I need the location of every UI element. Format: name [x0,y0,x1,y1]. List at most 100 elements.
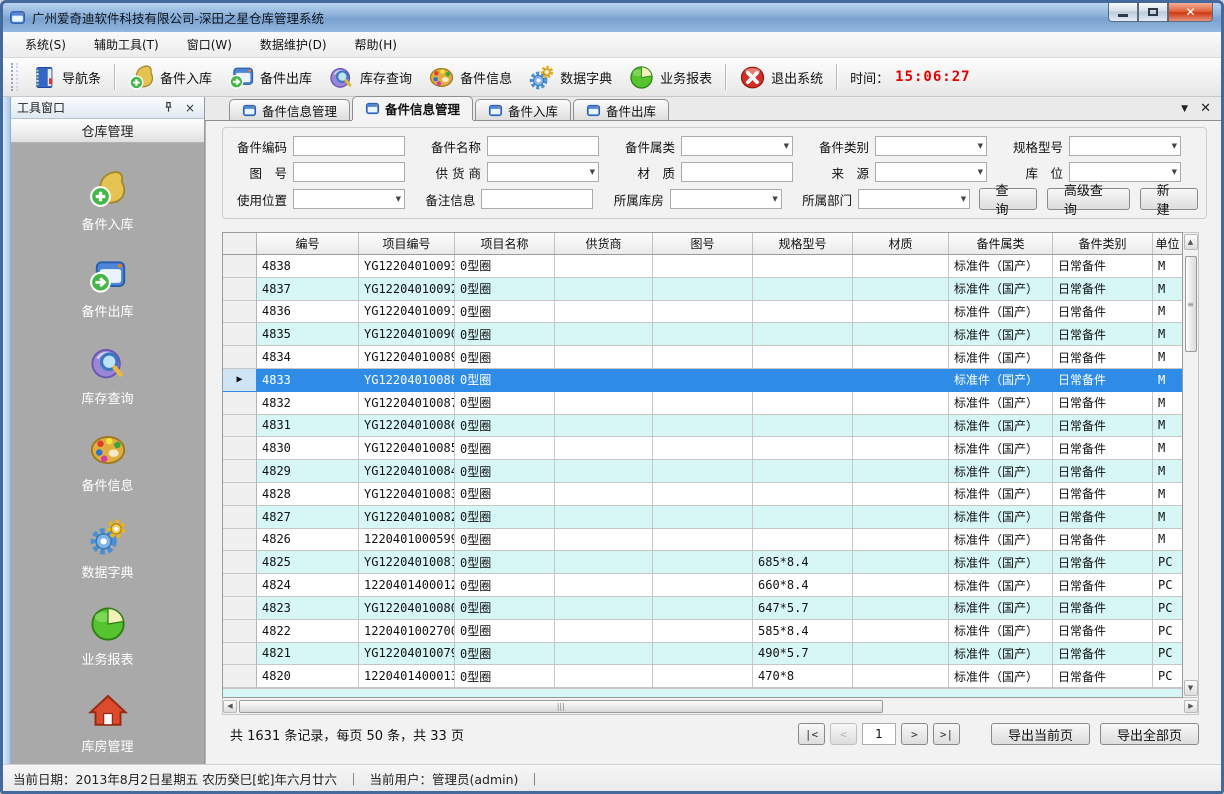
sidebar-group-header[interactable]: 仓库管理 [11,119,204,143]
horizontal-scroll-thumb[interactable]: ||| [239,700,883,713]
column-header[interactable]: 备件类别 [1053,233,1153,254]
field-control[interactable] [1069,162,1181,182]
field-control[interactable] [670,189,782,209]
document-tab[interactable]: 备件入库 [475,99,571,120]
scroll-right-icon[interactable]: ▶ [1184,700,1198,713]
field-control[interactable] [293,189,405,209]
table-row[interactable]: 4829 YG12204010084 0型圈 标准件（国产） 日常备件 M [223,460,1182,483]
toolbar-grip[interactable] [11,63,18,91]
field-control[interactable] [681,162,793,182]
column-header[interactable]: 供货商 [555,233,653,254]
table-row[interactable]: 4825 YG12204010081 0型圈 685*8.4 标准件（国产） 日… [223,551,1182,574]
sidebar-item[interactable]: 备件信息 [48,430,168,494]
field-control[interactable] [293,136,405,156]
cell-supplier [555,369,653,392]
table-row[interactable]: 4834 YG12204010089 0型圈 标准件（国产） 日常备件 M [223,346,1182,369]
table-row[interactable]: 4838 YG12204010093 0型圈 标准件（国产） 日常备件 M [223,255,1182,278]
toolbar-button[interactable]: 备件信息 [420,61,520,94]
table-row[interactable]: 4820 1220401400013 0型圈 470*8 标准件（国产） 日常备… [223,665,1182,688]
last-page-button[interactable]: >| [933,723,960,745]
toolbar-button[interactable]: 业务报表 [620,61,720,94]
close-button[interactable]: ✕ [1168,3,1213,22]
column-header[interactable]: 材质 [853,233,949,254]
document-tab[interactable]: 备件信息管理 [229,99,350,120]
toolbar-button[interactable]: 库存查询 [320,61,420,94]
table-row[interactable]: 4822 1220401002700 0型圈 585*8.4 标准件（国产） 日… [223,620,1182,643]
menu-item[interactable]: 帮助(H) [343,33,409,56]
document-tab[interactable]: 备件信息管理 [352,96,473,120]
sidebar-item[interactable]: 备件出库 [48,256,168,320]
exit-system-button[interactable]: 退出系统 [731,61,831,94]
column-header[interactable]: 单位 [1153,233,1182,254]
menu-item[interactable]: 系统(S) [13,33,78,56]
pin-button[interactable] [160,100,176,116]
scroll-up-icon[interactable]: ▲ [1184,234,1198,250]
search-action-button[interactable]: 高级查询 [1047,188,1130,210]
page-number-input[interactable]: 1 [862,723,896,745]
toolbar-button[interactable]: 备件出库 [220,61,320,94]
sidebar-item[interactable]: 业务报表 [48,604,168,668]
toolbar-button[interactable]: 备件入库 [120,61,220,94]
search-action-button[interactable]: 新建 [1140,188,1198,210]
search-action-button[interactable]: 查询 [979,188,1037,210]
sidebar-item[interactable]: 库房管理 [48,691,168,755]
column-header[interactable]: 项目编号 [359,233,455,254]
tab-close-icon[interactable]: ✕ [1200,101,1211,116]
table-row[interactable]: 4836 YG12204010091 0型圈 标准件（国产） 日常备件 M [223,301,1182,324]
field-control[interactable] [487,162,599,182]
column-header[interactable]: 编号 [257,233,359,254]
table-row[interactable]: 4837 YG12204010092 0型圈 标准件（国产） 日常备件 M [223,278,1182,301]
field-control[interactable] [875,162,987,182]
field-control[interactable] [858,189,970,209]
table-row[interactable]: 4830 YG12204010085 0型圈 标准件（国产） 日常备件 M [223,437,1182,460]
toolbar-nav-button[interactable]: 导航条 [22,61,109,94]
sidebar-item[interactable]: 备件入库 [48,169,168,233]
menu-item[interactable]: 辅助工具(T) [82,33,171,56]
table-row[interactable]: 4835 YG12204010090 0型圈 标准件（国产） 日常备件 M [223,323,1182,346]
docked-panel-strip[interactable] [3,97,11,764]
column-header[interactable]: 规格型号 [753,233,853,254]
column-header[interactable]: 图号 [653,233,753,254]
cell-supplier [555,529,653,552]
vertical-scrollbar[interactable]: ▲ ≡ ▼ [1183,232,1199,698]
horizontal-scrollbar[interactable]: ◀ ||| ▶ [222,698,1199,715]
sidebar-item[interactable]: 库存查询 [48,343,168,407]
field-control[interactable] [681,136,793,156]
scroll-left-icon[interactable]: ◀ [223,700,237,713]
table-row[interactable]: 4823 YG12204010080 0型圈 647*5.7 标准件（国产） 日… [223,597,1182,620]
field-control[interactable] [1069,136,1181,156]
table-row[interactable]: 4826 1220401000599 0型圈 标准件（国产） 日常备件 M [223,529,1182,552]
menu-item[interactable]: 窗口(W) [175,33,244,56]
next-page-button[interactable]: > [901,723,928,745]
export-all-pages-button[interactable]: 导出全部页 [1100,723,1199,745]
maximize-button[interactable] [1138,3,1168,22]
document-tab[interactable]: 备件出库 [573,99,669,120]
table-row[interactable]: 4821 YG12204010079 0型圈 490*5.7 标准件（国产） 日… [223,643,1182,666]
table-row[interactable]: 4827 YG12204010082 0型圈 标准件（国产） 日常备件 M [223,506,1182,529]
field-control[interactable] [875,136,987,156]
toolbar-button[interactable]: 数据字典 [520,61,620,94]
table-row[interactable]: 4824 1220401400012 0型圈 660*8.4 标准件（国产） 日… [223,574,1182,597]
vertical-scroll-thumb[interactable]: ≡ [1185,256,1197,352]
field-control[interactable] [487,136,599,156]
export-current-page-button[interactable]: 导出当前页 [991,723,1090,745]
toolbar-button-label: 业务报表 [660,68,712,87]
minimize-button[interactable] [1108,3,1138,22]
tool-window-close-button[interactable]: × [182,100,198,116]
table-row[interactable]: 4831 YG12204010086 0型圈 标准件（国产） 日常备件 M [223,415,1182,438]
field-control[interactable] [293,162,405,182]
field-control[interactable] [481,189,593,209]
table-row[interactable]: 4832 YG12204010087 0型圈 标准件（国产） 日常备件 M [223,392,1182,415]
tab-list-dropdown-icon[interactable]: ▼ [1181,104,1188,114]
sidebar-item-label: 业务报表 [81,649,133,668]
column-header[interactable]: 备件属类 [949,233,1053,254]
column-header[interactable]: 项目名称 [455,233,555,254]
table-row[interactable]: 4833 YG12204010088 0型圈 标准件（国产） 日常备件 M [223,369,1182,392]
sidebar-item-label: 库房管理 [81,736,133,755]
menu-item[interactable]: 数据维护(D) [248,33,339,56]
scroll-down-icon[interactable]: ▼ [1184,680,1198,696]
first-page-button[interactable]: |< [798,723,825,745]
table-row[interactable]: 4828 YG12204010083 0型圈 标准件（国产） 日常备件 M [223,483,1182,506]
sidebar-item[interactable]: 数据字典 [48,517,168,581]
prev-page-button[interactable]: < [830,723,857,745]
